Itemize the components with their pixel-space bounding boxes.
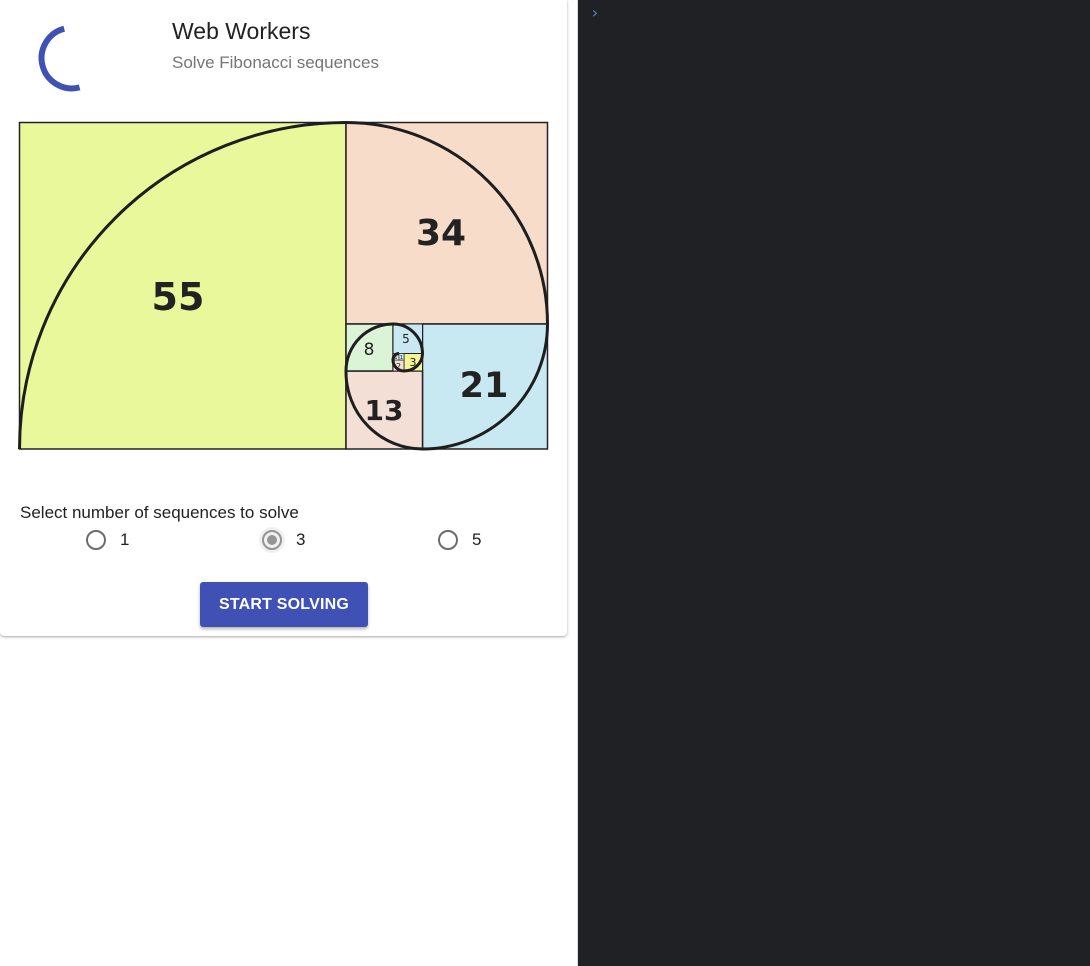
label-34: 34 bbox=[416, 213, 466, 254]
radio-label-1: 1 bbox=[120, 530, 130, 549]
app-pane: Web Workers Solve Fibonacci sequences 55 bbox=[0, 0, 577, 966]
radio-option-3[interactable]: 3 bbox=[259, 527, 306, 553]
page-title: Web Workers bbox=[172, 18, 311, 44]
start-solving-button[interactable]: START SOLVING bbox=[200, 582, 368, 627]
label-21: 21 bbox=[460, 366, 509, 406]
chevron-right-icon: › bbox=[590, 3, 600, 22]
radio-checked-icon[interactable] bbox=[259, 527, 285, 553]
radio-label-5: 5 bbox=[472, 530, 482, 549]
label-1a: 1 bbox=[394, 355, 397, 361]
label-5: 5 bbox=[402, 332, 410, 346]
devtools-console[interactable]: › bbox=[578, 0, 1090, 966]
radio-option-5[interactable]: 5 bbox=[438, 527, 481, 553]
label-2: 2 bbox=[396, 362, 401, 371]
label-13: 13 bbox=[365, 394, 404, 427]
label-3: 3 bbox=[410, 356, 417, 369]
radio-label-3: 3 bbox=[296, 530, 306, 549]
radio-option-1[interactable]: 1 bbox=[86, 527, 129, 553]
radio-unchecked-icon[interactable] bbox=[86, 530, 106, 550]
loading-spinner-icon bbox=[38, 25, 81, 92]
worker-card: Web Workers Solve Fibonacci sequences 55 bbox=[0, 0, 567, 636]
sequence-count-label: Select number of sequences to solve bbox=[20, 503, 299, 522]
label-8: 8 bbox=[364, 340, 375, 360]
page-subtitle: Solve Fibonacci sequences bbox=[172, 53, 379, 72]
fibonacci-spiral-image: 55 34 21 13 8 5 3 2 1 1 bbox=[18, 121, 549, 451]
label-55: 55 bbox=[152, 275, 205, 319]
radio-unchecked-icon[interactable] bbox=[438, 530, 458, 550]
label-1b: 1 bbox=[400, 355, 403, 361]
